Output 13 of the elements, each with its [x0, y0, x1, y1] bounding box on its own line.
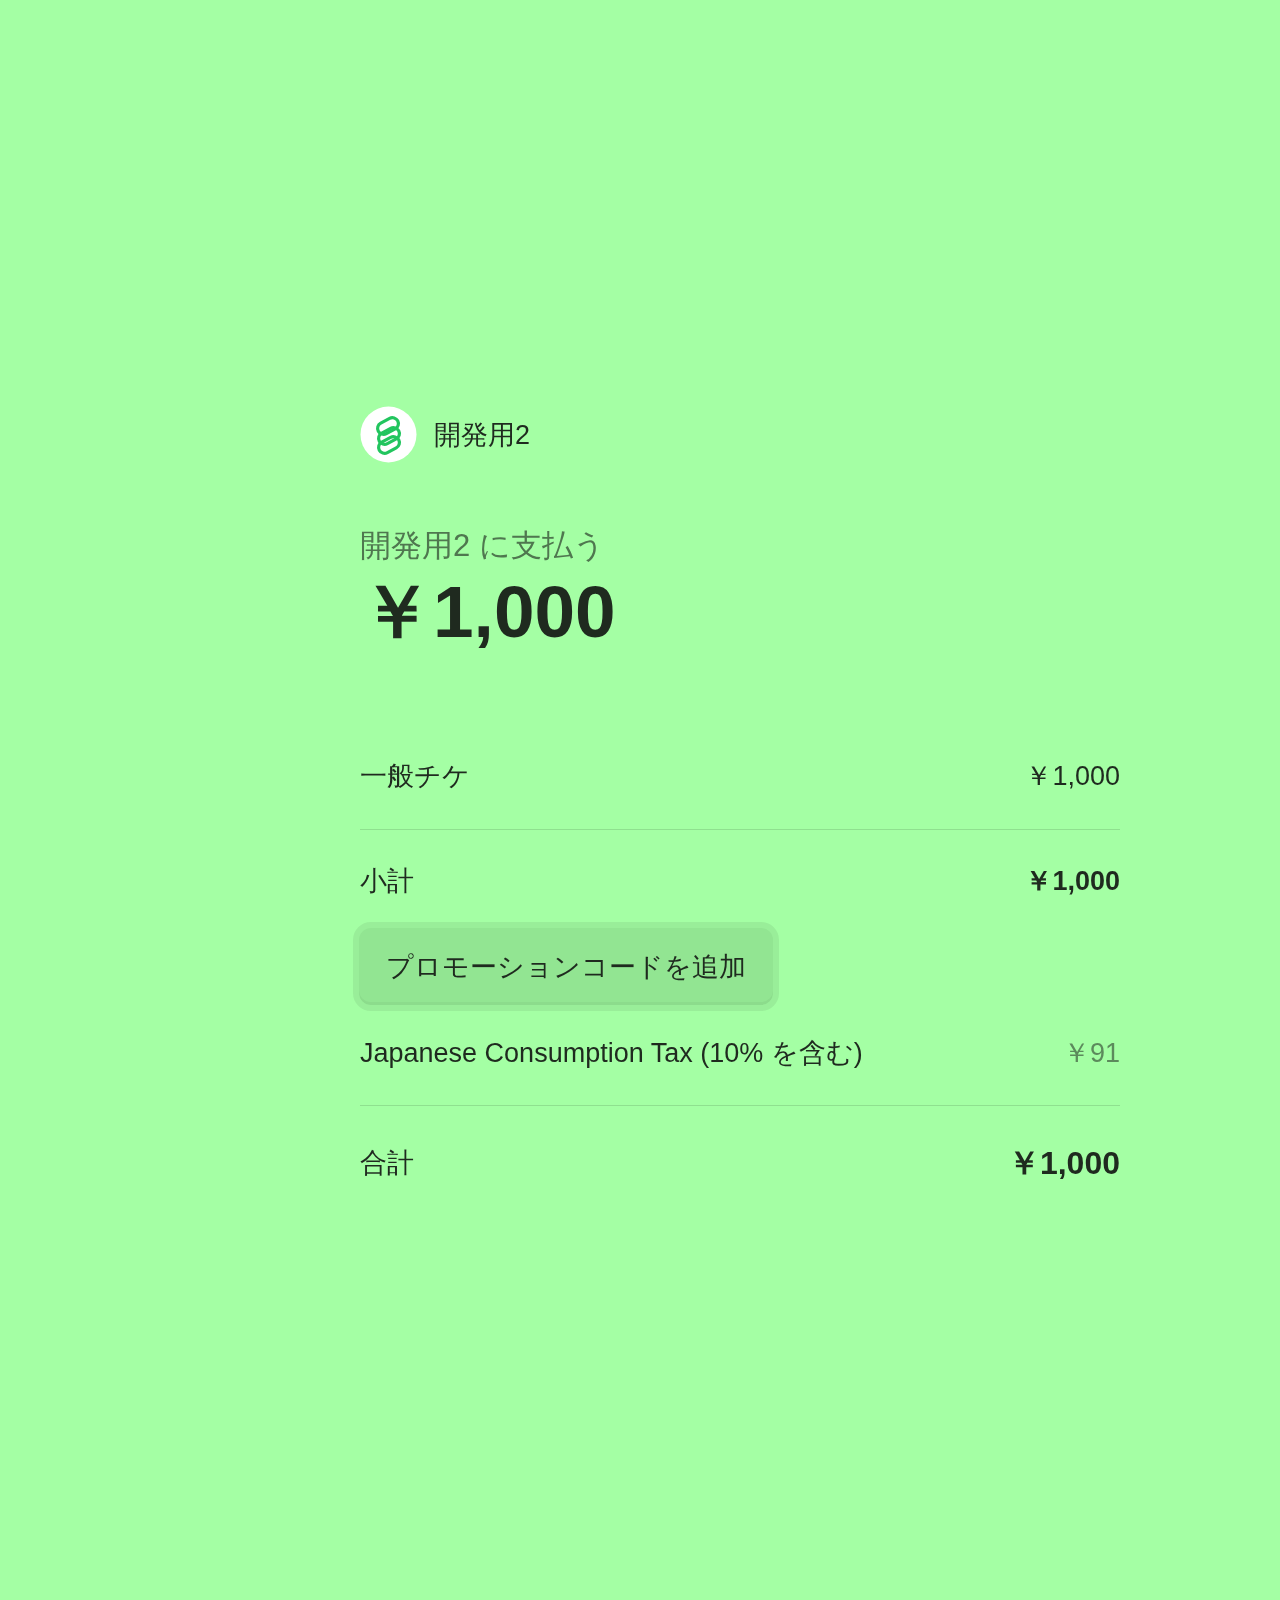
pay-to-label: 開発用2 に支払う [360, 527, 605, 565]
total-amount: ￥1,000 [1007, 1144, 1120, 1183]
subtotal-amount: ￥1,000 [1025, 865, 1120, 898]
tax-label: Japanese Consumption Tax (10% を含む) [360, 1037, 863, 1070]
chain-link-logo-icon [360, 406, 417, 463]
add-promotion-code-button[interactable]: プロモーションコードを追加 [353, 922, 779, 1011]
line-item-amount: ￥1,000 [1025, 760, 1120, 793]
total-label: 合計 [360, 1147, 414, 1180]
merchant-name: 開発用2 [434, 418, 531, 452]
subtotal-label: 小計 [360, 865, 414, 898]
tax-amount: ￥91 [1062, 1037, 1120, 1070]
line-item-name: 一般チケ [360, 760, 470, 793]
total-amount-heading: ￥1,000 [360, 570, 616, 654]
